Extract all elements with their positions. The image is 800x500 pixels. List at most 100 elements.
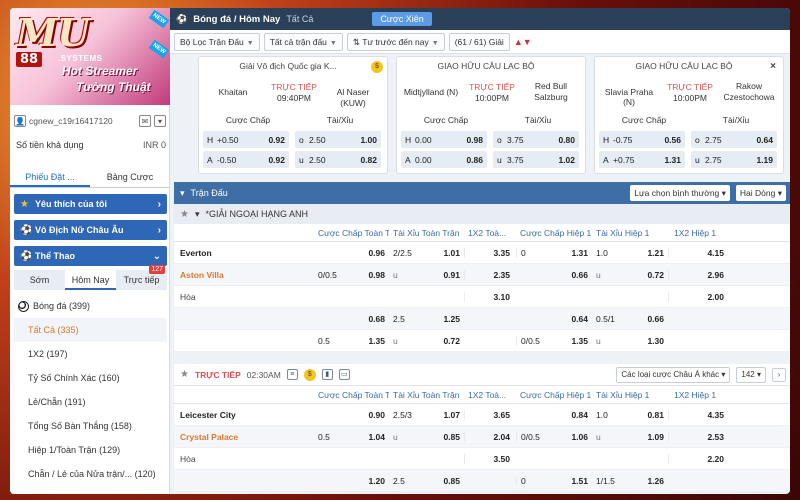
odds-cell[interactable]: o 2.75 0.64: [691, 131, 777, 148]
tab-early[interactable]: Sớm: [14, 270, 65, 290]
odds-cell[interactable]: u 3.75 1.02: [493, 151, 579, 168]
h1-x12-odds[interactable]: 4.35: [668, 409, 730, 420]
featured-card[interactable]: GIAO HỮU CÂU LẠC BỘ × Slavia Praha (N) T…: [594, 56, 784, 174]
all-matches-dropdown[interactable]: Tất cả trận đấu ▼: [263, 32, 343, 51]
field-icon[interactable]: ▭: [338, 369, 350, 380]
list-item-ht-ft[interactable]: Hiệp 1/Toàn Trận (129): [14, 438, 167, 462]
h1-ou-odds[interactable]: 1.09: [632, 432, 668, 442]
featured-card[interactable]: Giải Vô địch Quốc gia K... $ Khaitan TRỰ…: [198, 56, 388, 174]
h1-hdp-odds[interactable]: 0.64: [556, 314, 592, 324]
star-icon[interactable]: ★: [180, 369, 189, 380]
close-icon[interactable]: ×: [767, 61, 779, 73]
odds-cell[interactable]: o 2.50 1.00: [295, 131, 381, 148]
parlay-button[interactable]: Cược Xiên: [372, 12, 432, 26]
star-icon[interactable]: ★: [180, 209, 189, 220]
ou-odds[interactable]: 0.91: [429, 270, 464, 280]
market-select[interactable]: Tất Cả: [286, 14, 366, 24]
ou-odds[interactable]: 0.85: [429, 476, 464, 486]
h1-ou-odds[interactable]: 0.66: [632, 314, 668, 324]
h1-x12-odds[interactable]: 4.15: [668, 247, 730, 258]
h1-x12-odds[interactable]: 2.20: [668, 453, 730, 464]
h1-x12-odds[interactable]: 2.53: [668, 431, 730, 442]
dropdown-icon[interactable]: ▾: [154, 115, 166, 127]
stats-list-icon[interactable]: ≡: [286, 369, 298, 380]
x12-odds[interactable]: 3.50: [464, 453, 516, 464]
h1-hdp-odds[interactable]: 0.84: [556, 410, 592, 420]
hdp-odds[interactable]: 1.20: [354, 476, 389, 486]
ou-odds[interactable]: 1.25: [429, 314, 464, 324]
league-header[interactable]: ★ ▾ *GIẢI NGOẠI HẠNG ANH: [174, 204, 790, 224]
nav-favorites[interactable]: ★ Yêu thích của tôi ›: [14, 194, 167, 214]
odds-cell[interactable]: A 0.00 0.86: [401, 151, 487, 168]
tab-live[interactable]: Trực tiếp 127: [116, 265, 167, 290]
ou-odds[interactable]: 1.01: [429, 248, 464, 258]
ou-odds[interactable]: 0.85: [429, 432, 464, 442]
list-item-total-goals[interactable]: Tổng Số Bàn Thắng (158): [14, 414, 167, 438]
odds-cell[interactable]: A -0.50 0.92: [203, 151, 289, 168]
chevron-right-icon[interactable]: ›: [772, 367, 786, 382]
other-markets-dropdown[interactable]: Các loại cược Châu Á khác ▾: [616, 366, 731, 383]
x12-odds[interactable]: 3.35: [464, 247, 516, 258]
card-ou-header: Tài/Xỉu: [722, 115, 750, 125]
list-item-odd-even[interactable]: Lẻ/Chẵn (191): [14, 390, 167, 414]
nav-womens-euro[interactable]: ⚽ Vô Địch Nữ Châu Âu ›: [14, 220, 167, 240]
ou-odds[interactable]: 0.72: [429, 336, 464, 346]
odds-cell[interactable]: H +0.50 0.92: [203, 131, 289, 148]
display-mode-dropdown[interactable]: Lựa chọn bình thường ▾: [630, 185, 730, 201]
coin-icon[interactable]: $: [303, 368, 316, 381]
hdp-odds[interactable]: 1.35: [354, 336, 389, 346]
h1-ou-odds[interactable]: 1.26: [632, 476, 668, 486]
h1-ou-odds[interactable]: 0.72: [632, 270, 668, 280]
promo-banner[interactable]: MU 88 .SYSTEMS Hot Streamer Tường Thuật …: [10, 8, 170, 105]
hdp-odds[interactable]: 0.96: [354, 248, 389, 258]
h1-ou-line: 0.5/1: [596, 313, 615, 324]
odds-cell[interactable]: A +0.75 1.31: [599, 151, 685, 168]
x12-odds[interactable]: 3.65: [464, 409, 516, 420]
h1-hdp-odds[interactable]: 1.06: [556, 432, 592, 442]
odds-cell[interactable]: o 3.75 0.80: [493, 131, 579, 148]
list-item-half-odd-even[interactable]: Chẵn / Lẻ của Nửa trận/... (120): [14, 462, 167, 486]
odds-cell[interactable]: H 0.00 0.98: [401, 131, 487, 148]
time-order-dropdown[interactable]: ⇅ Tư trước đến nay ▼: [346, 32, 445, 51]
nav-sports[interactable]: ⚽ Thể Thao ⌄: [14, 246, 167, 266]
h1-hdp-odds[interactable]: 1.31: [556, 248, 592, 258]
h1-x12-odds[interactable]: 2.00: [668, 291, 730, 302]
h1-ou-odds[interactable]: 1.30: [632, 336, 668, 346]
featured-card[interactable]: GIAO HỮU CÂU LẠC BỘ Midtjylland (N) TRỰC…: [396, 56, 586, 174]
h1-hdp-odds[interactable]: 1.51: [556, 476, 592, 486]
hdp-odds[interactable]: 0.90: [354, 410, 389, 420]
ou-odds[interactable]: 1.07: [429, 410, 464, 420]
list-item-all[interactable]: Tất Cả (335): [14, 318, 167, 342]
hdp-odds[interactable]: 0.68: [354, 314, 389, 324]
league-count-button[interactable]: (61 / 61) Giải: [448, 32, 510, 51]
hdp-odds[interactable]: 0.98: [354, 270, 389, 280]
odds-cell[interactable]: u 2.75 1.19: [691, 151, 777, 168]
team-name: Aston Villa: [180, 269, 224, 280]
h1-x12-odds[interactable]: 2.96: [668, 269, 730, 280]
mail-icon[interactable]: ✉: [139, 115, 151, 127]
x12-odds[interactable]: 3.10: [464, 291, 516, 302]
rows-mode-dropdown[interactable]: Hai Dòng ▾: [735, 185, 786, 201]
tab-today[interactable]: Hôm Nay: [65, 270, 116, 290]
h1-hdp-odds[interactable]: 0.66: [556, 270, 592, 280]
list-item-correct-score[interactable]: Tỷ Số Chính Xác (160): [14, 366, 167, 390]
match-filter-button[interactable]: Bộ Lọc Trận Đấu ▼: [174, 32, 260, 51]
chart-icon[interactable]: ▮: [321, 369, 333, 380]
h1-ou-odds[interactable]: 1.21: [632, 248, 668, 258]
x12-odds[interactable]: 2.04: [464, 431, 516, 442]
more-markets-count[interactable]: 142 ▾: [736, 366, 766, 383]
collapse-icon[interactable]: ▾: [195, 209, 200, 220]
odds-cell[interactable]: u 2.50 0.82: [295, 151, 381, 168]
tab-bet-slip[interactable]: Phiếu Đặt ...: [10, 166, 90, 187]
collapse-icon[interactable]: ▾: [180, 188, 185, 199]
list-item-1x2[interactable]: 1X2 (197): [14, 342, 167, 366]
odds-cell[interactable]: H -0.75 0.56: [599, 131, 685, 148]
hdp-odds[interactable]: 1.04: [354, 432, 389, 442]
list-item-football[interactable]: Bóng đá (399): [14, 294, 167, 318]
sort-arrows-icon[interactable]: ▲▼: [514, 37, 532, 47]
x12-odds[interactable]: 2.35: [464, 269, 516, 280]
matches-section-header: ▾ Trận Đấu Lựa chọn bình thường ▾ Hai Dò…: [174, 182, 790, 204]
h1-hdp-odds[interactable]: 1.35: [556, 336, 592, 346]
h1-ou-odds[interactable]: 0.81: [632, 410, 668, 420]
tab-bet-list[interactable]: Bảng Cược: [90, 166, 170, 187]
